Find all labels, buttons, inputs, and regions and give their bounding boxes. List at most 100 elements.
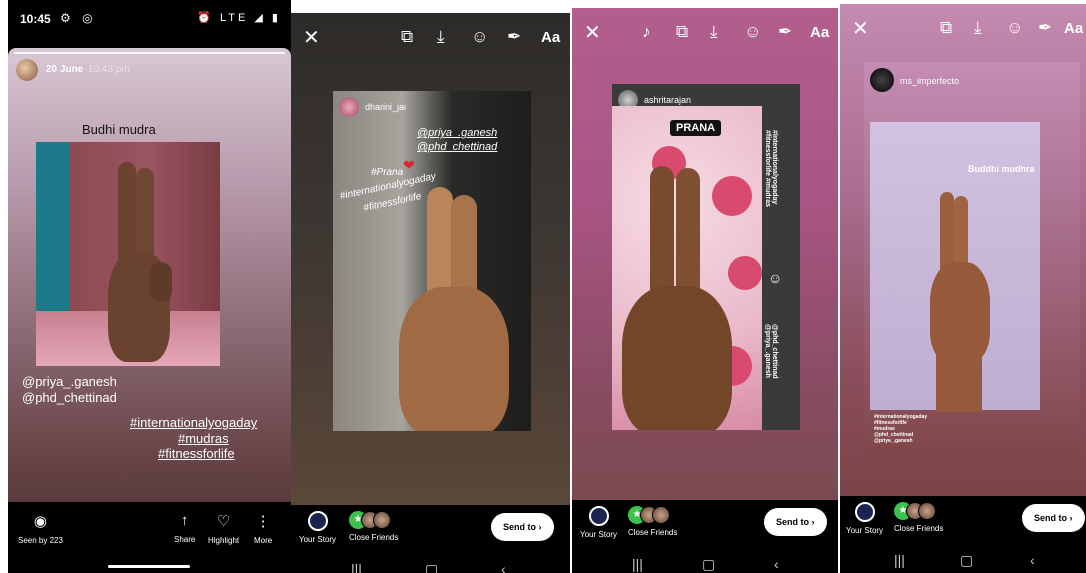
hand-graphic [100,162,180,366]
eye-icon: ◉ [33,513,48,530]
card-username: ms_imperfecto [900,76,960,86]
story-photo: Buddhi mudhra [870,122,1040,412]
friend-avatar [652,506,670,524]
story-editor-panel-4: ✕ ⧉ ⤓ ☺ ✒ Aa ms_imperfecto Buddhi mudhra… [840,4,1086,573]
draw-icon[interactable]: ✒ [1038,18,1052,38]
friend-avatar [373,511,391,529]
prana-label[interactable]: PRANA [670,120,722,136]
recent-apps-icon[interactable]: ||| [351,561,362,573]
close-icon[interactable]: ✕ [852,16,869,41]
story-viewer-panel: 10:45 ⚙ ◎ ⏰ LTE ◢ ▮ 20 June 10:43 pm Bud… [8,0,291,573]
back-icon[interactable]: ‹ [774,556,779,572]
mention-2[interactable]: @phd_chettinad [417,141,497,153]
mention-1[interactable]: @priya_.ganesh [417,127,497,139]
share-bar: Your Story ★ Close Friends Send to › [840,496,1086,546]
close-friends-button[interactable]: ★ Close Friends [894,502,943,533]
story-progress-bar [14,52,285,54]
vertical-mentions[interactable]: @phd_chettinad @priya_.ganesh [764,324,778,424]
recent-apps-icon[interactable]: ||| [632,556,643,572]
draw-icon[interactable]: ✒ [778,22,792,42]
share-bar: Your Story ★ Close Friends Send to › [291,505,570,555]
close-friends-button[interactable]: ★ Close Friends [628,506,677,537]
small-tag[interactable]: @priya_.ganesh [874,438,927,444]
close-friends-button[interactable]: ★ Close Friends [349,511,398,542]
chevron-right-icon: › [811,517,815,527]
send-to-button[interactable]: Send to › [491,513,554,541]
sticker-icon[interactable]: ☺ [1006,18,1023,38]
link-icon[interactable]: ⧉ [676,22,688,42]
more-button[interactable]: ⋮ More [254,512,272,545]
share-button[interactable]: ↑ Share [174,512,195,544]
text-tool-button[interactable]: Aa [541,29,560,46]
hand-graphic [928,192,998,412]
shared-story-card[interactable]: dharini_jai @priya_.ganesh @phd_chettina… [333,91,531,431]
close-friends-label: Close Friends [628,528,678,537]
editor-toolbar: ✕ ⧉ ⤓ ☺ ✒ Aa [291,13,570,61]
your-story-button[interactable]: Your Story [580,506,617,539]
your-story-label: Your Story [846,526,884,535]
hashtag-2[interactable]: #mudras [178,431,229,446]
download-icon[interactable]: ⤓ [974,18,982,38]
highlight-icon: ♡ [216,513,231,530]
vertical-hashtags[interactable]: #internationalyogaday #fitnessforlife #m… [764,130,778,250]
close-icon[interactable]: ✕ [303,25,320,50]
hashtag-1[interactable]: #internationalyogaday [130,415,257,430]
shared-story-card[interactable]: ashritarajan PRANA #internationalyogaday… [612,84,800,430]
send-to-button[interactable]: Send to › [1022,504,1085,532]
recent-apps-icon[interactable]: ||| [894,552,905,568]
seen-by-label: Seen by 223 [18,536,63,545]
link-icon[interactable]: ⧉ [940,18,952,38]
your-story-label: Your Story [299,535,337,544]
home-indicator[interactable] [108,565,190,568]
mention-2[interactable]: @phd_chettinad [22,390,117,405]
avatar[interactable] [16,59,38,81]
shared-story-card[interactable]: ms_imperfecto Buddhi mudhra #internation… [864,62,1080,462]
send-to-button[interactable]: Send to › [764,508,827,536]
share-icon: ↑ [180,512,189,529]
yoga-icon: ☺ [768,270,783,286]
your-story-button[interactable]: Your Story [299,511,336,544]
your-story-avatar [588,506,609,526]
sticker-icon[interactable]: ☺ [744,22,761,42]
home-icon[interactable]: ▢ [960,552,973,569]
download-icon[interactable]: ⤓ [710,22,718,42]
friend-avatar [918,502,936,520]
story-time: 10:43 pm [88,64,130,75]
text-tool-button[interactable]: Aa [1064,20,1083,37]
highlight-label: Highlight [208,536,240,545]
android-nav-bar: ||| ▢ ‹ [572,550,838,573]
small-tags: #internationalyogaday #fitnessforlife #m… [874,414,927,444]
share-bar: Your Story ★ Close Friends Send to › [572,500,838,550]
android-nav-bar: ||| ▢ ‹ [840,546,1086,573]
back-icon[interactable]: ‹ [501,561,506,573]
mention-1[interactable]: @priya_.ganesh [22,374,117,389]
photo-title: Buddhi mudhra [968,164,1035,174]
sound-icon[interactable]: ♪ [642,22,651,42]
download-icon[interactable]: ⤓ [437,27,445,47]
send-to-label: Send to [1034,513,1067,523]
highlight-button[interactable]: ♡ Highlight [208,512,239,545]
send-to-label: Send to [503,522,536,532]
card-username: dharini_jai [365,102,407,112]
your-story-label: Your Story [580,530,618,539]
close-icon[interactable]: ✕ [584,20,601,45]
status-bar: 10:45 ⚙ ◎ ⏰ LTE ◢ ▮ [8,0,291,40]
hashtag-3[interactable]: #fitnessforlife [158,446,235,461]
link-icon[interactable]: ⧉ [401,27,413,47]
draw-icon[interactable]: ✒ [507,27,521,47]
hashtag-1[interactable]: #Prana [371,167,403,178]
sticker-icon[interactable]: ☺ [471,27,488,47]
android-nav-bar: ||| ▢ ‹ [291,555,570,573]
story-bottom-bar: ◉ Seen by 223 ↑ Share ♡ Highlight ⋮ More [8,502,291,573]
story-canvas[interactable]: 20 June 10:43 pm Budhi mudra @priya_.gan… [8,48,291,502]
share-label: Share [174,535,196,544]
back-icon[interactable]: ‹ [1030,552,1035,568]
status-right-icons: ⏰ LTE ◢ ▮ [197,12,281,24]
your-story-button[interactable]: Your Story [846,502,883,535]
story-editor-panel-3: ✕ ♪ ⧉ ⤓ ☺ ✒ Aa ashritarajan PRANA #inter… [572,8,838,573]
story-photo [36,142,220,366]
seen-by-button[interactable]: ◉ Seen by 223 [18,512,63,545]
home-icon[interactable]: ▢ [425,561,438,573]
home-icon[interactable]: ▢ [702,556,715,573]
text-tool-button[interactable]: Aa [810,24,829,41]
